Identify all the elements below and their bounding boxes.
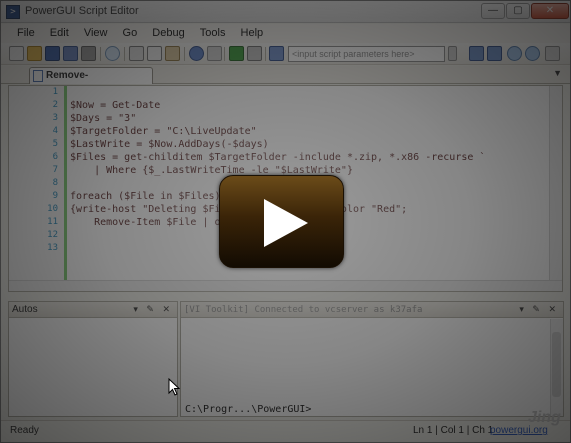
save-icon[interactable] xyxy=(45,46,60,61)
cursor-position: Ln 1 | Col 1 | Ch 1 xyxy=(413,425,494,436)
code-line: $LastWrite = $Now.AddDays(-$days) xyxy=(70,139,269,150)
mouse-pointer-icon xyxy=(168,378,180,396)
line-number: 5 xyxy=(52,139,58,149)
code-line: $Files = get-childitem $TargetFolder -in… xyxy=(70,152,486,163)
autos-pane-title: Autos xyxy=(12,304,38,315)
powershell-console-pane[interactable]: [VI Toolkit] Connected to vcserver as k3… xyxy=(180,301,564,417)
menu-tools[interactable]: Tools xyxy=(194,24,232,43)
print-icon[interactable] xyxy=(81,46,96,61)
menu-help[interactable]: Help xyxy=(235,24,270,43)
run-icon[interactable] xyxy=(229,46,244,61)
params-dropdown-icon[interactable] xyxy=(448,46,457,61)
copy-icon[interactable] xyxy=(147,46,162,61)
search-icon[interactable] xyxy=(105,46,120,61)
powershell-icon: > xyxy=(6,5,20,19)
toolbar-separator xyxy=(184,47,185,61)
menu-go[interactable]: Go xyxy=(117,24,144,43)
zoom-out-icon[interactable] xyxy=(525,46,540,61)
toolbar-separator xyxy=(224,47,225,61)
autos-pane: Autos ▾ ✎ ✕ xyxy=(8,301,178,417)
script-parameters-input[interactable]: <input script parameters here> xyxy=(288,46,445,62)
line-number: 8 xyxy=(52,178,58,188)
line-number: 3 xyxy=(52,113,58,123)
console-scrollbar-thumb[interactable] xyxy=(552,332,561,397)
paste-icon[interactable] xyxy=(165,46,180,61)
line-number: 7 xyxy=(52,165,58,175)
cut-icon[interactable] xyxy=(129,46,144,61)
code-line: foreach ($File in $Files) xyxy=(70,191,221,202)
editor-vertical-scrollbar[interactable] xyxy=(549,86,562,291)
menu-edit[interactable]: Edit xyxy=(44,24,75,43)
tab-strip: Remove-Li..._days.ps1 ▼ xyxy=(1,66,570,96)
play-button[interactable] xyxy=(219,175,344,268)
toolbar-separator xyxy=(100,47,101,61)
open-folder-icon[interactable] xyxy=(27,46,42,61)
toolbar-separator xyxy=(124,47,125,61)
zoom-in-icon[interactable] xyxy=(507,46,522,61)
menu-debug[interactable]: Debug xyxy=(146,24,190,43)
code-line: $Now = Get-Date xyxy=(70,100,161,111)
play-icon xyxy=(264,199,308,247)
menu-view[interactable]: View xyxy=(78,24,114,43)
line-number: 1 xyxy=(52,87,58,97)
line-number: 10 xyxy=(47,204,58,214)
title-bar: > PowerGUI Script Editor — ▢ ✕ xyxy=(1,1,570,23)
script-file-icon xyxy=(33,70,43,82)
options-icon[interactable] xyxy=(545,46,560,61)
line-number: 9 xyxy=(52,191,58,201)
tab-script-file[interactable]: Remove-Li..._days.ps1 xyxy=(29,67,153,96)
dropdown-icon[interactable] xyxy=(207,46,222,61)
pane-window-buttons[interactable]: ▾ ✎ ✕ xyxy=(519,302,559,317)
console-status-text: [VI Toolkit] Connected to vcserver as k3… xyxy=(184,305,423,315)
minimize-button[interactable]: — xyxy=(481,3,505,19)
autos-pane-header: Autos ▾ ✎ ✕ xyxy=(9,302,177,318)
step-icon[interactable] xyxy=(247,46,262,61)
menu-bar: File Edit View Go Debug Tools Help xyxy=(1,24,570,43)
menu-file[interactable]: File xyxy=(11,24,41,43)
pane-window-buttons[interactable]: ▾ ✎ ✕ xyxy=(133,302,173,317)
editor-horizontal-scrollbar[interactable] xyxy=(9,280,562,291)
line-number: 11 xyxy=(47,217,58,227)
jing-watermark: Jing xyxy=(528,409,561,426)
new-file-icon[interactable] xyxy=(9,46,24,61)
console-prompt: C:\Progr...\PowerGUI> xyxy=(185,404,312,415)
save-all-icon[interactable] xyxy=(63,46,78,61)
line-number: 6 xyxy=(52,152,58,162)
code-line: $TargetFolder = "C:\LiveUpdate" xyxy=(70,126,257,137)
line-number: 4 xyxy=(52,126,58,136)
line-number: 2 xyxy=(52,100,58,110)
window-title: PowerGUI Script Editor xyxy=(25,5,139,17)
code-line: $Days = "3" xyxy=(70,113,137,124)
toolbar: <input script parameters here> xyxy=(1,43,570,65)
tab-list-dropdown-icon[interactable]: ▼ xyxy=(553,68,562,78)
status-bar: Ready Ln 1 | Col 1 | Ch 1 powergui.org J… xyxy=(1,409,570,442)
line-number-gutter: 1 2 3 4 5 6 7 8 9 10 11 12 13 xyxy=(9,86,67,291)
status-ready: Ready xyxy=(10,425,39,436)
outdent-icon[interactable] xyxy=(487,46,502,61)
breakpoint-icon[interactable] xyxy=(269,46,284,61)
close-button[interactable]: ✕ xyxy=(531,3,569,19)
maximize-button[interactable]: ▢ xyxy=(506,3,530,19)
help-icon[interactable] xyxy=(189,46,204,61)
indent-icon[interactable] xyxy=(469,46,484,61)
toolbar-separator xyxy=(265,47,266,61)
console-pane-header: [VI Toolkit] Connected to vcserver as k3… xyxy=(181,302,563,318)
line-number: 12 xyxy=(47,230,58,240)
line-number: 13 xyxy=(47,243,58,253)
